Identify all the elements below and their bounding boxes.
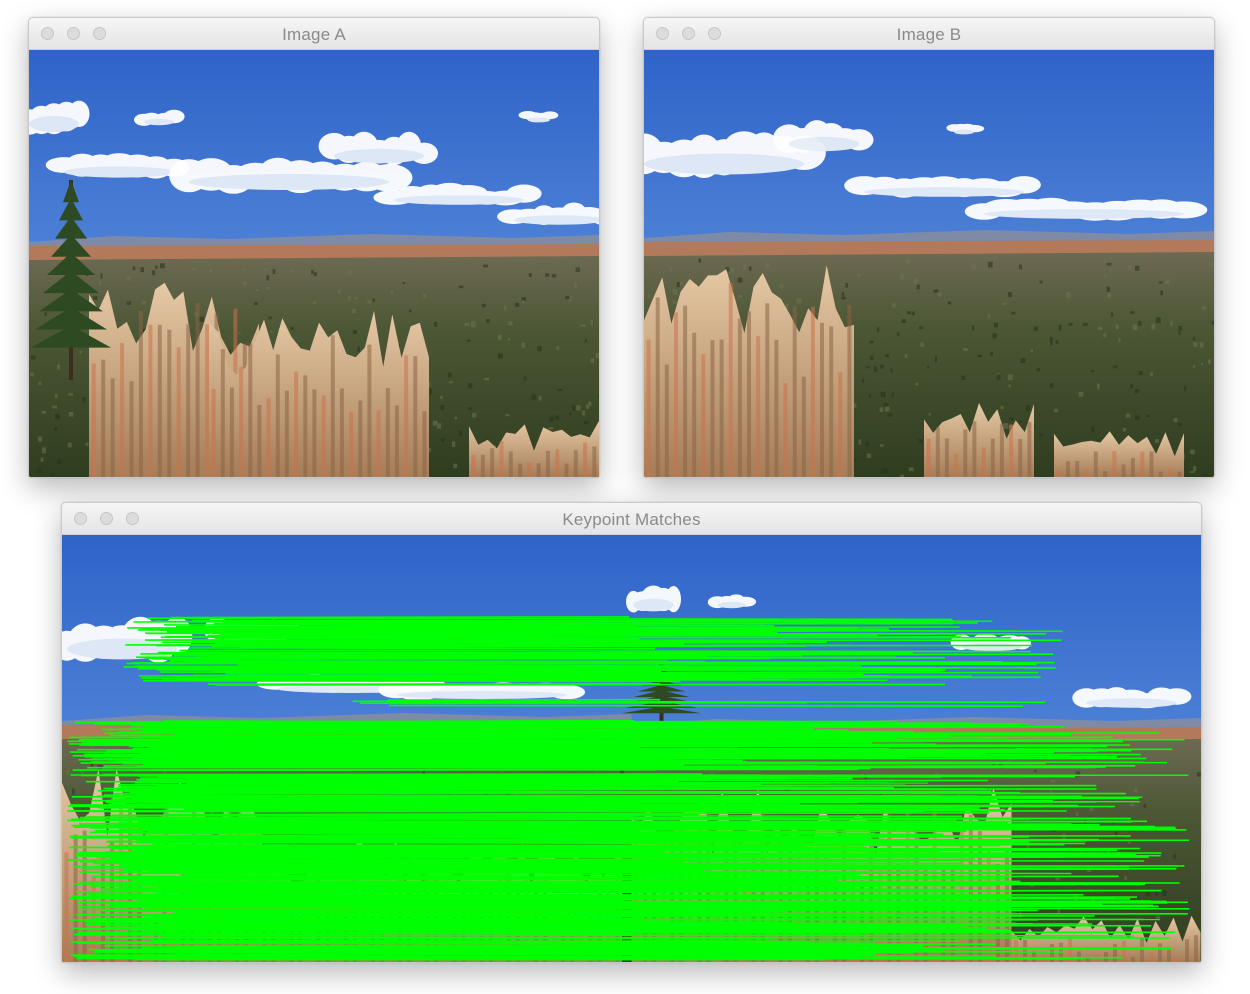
match-line bbox=[140, 776, 643, 779]
match-line bbox=[170, 616, 630, 619]
match-line bbox=[214, 683, 946, 686]
match-line bbox=[97, 789, 717, 793]
window-title: Image B bbox=[896, 25, 962, 44]
match-line bbox=[168, 737, 898, 740]
match-line bbox=[71, 824, 992, 828]
match-line bbox=[182, 865, 1185, 868]
match-line bbox=[163, 657, 771, 660]
titlebar[interactable]: Image B bbox=[644, 18, 1214, 50]
image-a-window: Image A bbox=[28, 17, 600, 478]
match-line bbox=[160, 913, 644, 916]
match-line bbox=[223, 677, 651, 681]
match-line bbox=[102, 773, 703, 776]
landscape-photo-b bbox=[644, 50, 1214, 477]
image-b-window: Image B bbox=[643, 17, 1215, 478]
match-line bbox=[142, 752, 1141, 756]
match-line bbox=[388, 704, 1024, 707]
match-line bbox=[105, 925, 817, 929]
image-b-canvas bbox=[644, 50, 1214, 477]
matches-canvas bbox=[62, 535, 1201, 962]
match-line bbox=[137, 775, 943, 778]
match-line bbox=[165, 863, 1012, 867]
match-line bbox=[164, 624, 775, 627]
match-line bbox=[147, 632, 659, 635]
match-line bbox=[136, 898, 633, 901]
match-line bbox=[192, 619, 993, 622]
match-line bbox=[104, 794, 717, 797]
match-line bbox=[116, 788, 1097, 791]
titlebar[interactable]: Keypoint Matches bbox=[62, 503, 1201, 535]
match-line bbox=[177, 944, 931, 947]
match-line bbox=[70, 804, 921, 807]
match-line bbox=[143, 680, 681, 683]
match-line bbox=[83, 744, 1075, 747]
titlebar[interactable]: Image A bbox=[29, 18, 599, 50]
match-line bbox=[101, 728, 815, 731]
keypoint-matches-window: Keypoint Matches bbox=[61, 502, 1202, 963]
match-line bbox=[133, 769, 657, 772]
match-line bbox=[72, 894, 689, 898]
match-line bbox=[154, 914, 759, 918]
match-line bbox=[98, 900, 1151, 903]
match-line bbox=[240, 645, 713, 648]
match-line bbox=[131, 878, 660, 882]
match-line bbox=[213, 622, 978, 625]
match-line bbox=[90, 826, 983, 829]
image-a-canvas bbox=[29, 50, 599, 477]
match-line bbox=[225, 672, 864, 676]
keypoint-matches-image bbox=[62, 535, 1201, 962]
match-line bbox=[135, 841, 1085, 845]
match-line bbox=[121, 786, 895, 789]
match-line bbox=[144, 906, 1190, 910]
match-line bbox=[109, 733, 1072, 737]
match-line bbox=[77, 748, 1132, 752]
match-line bbox=[179, 834, 744, 837]
window-title: Keypoint Matches bbox=[562, 510, 701, 529]
match-line bbox=[110, 755, 1117, 758]
match-line bbox=[78, 758, 712, 761]
match-line bbox=[393, 700, 1046, 703]
match-line bbox=[186, 782, 830, 785]
match-line bbox=[188, 647, 656, 650]
match-line bbox=[76, 942, 657, 945]
landscape-photo-a bbox=[29, 50, 599, 477]
match-line bbox=[130, 724, 901, 728]
match-line bbox=[93, 917, 1160, 921]
match-line bbox=[169, 659, 670, 663]
match-line bbox=[236, 654, 802, 658]
match-line bbox=[223, 675, 733, 678]
match-line bbox=[80, 762, 1046, 765]
match-line bbox=[165, 635, 681, 638]
match-line bbox=[75, 889, 1094, 893]
match-line bbox=[172, 910, 772, 914]
match-line bbox=[186, 929, 946, 933]
match-line bbox=[184, 751, 890, 754]
match-line bbox=[93, 722, 973, 726]
window-title: Image A bbox=[282, 25, 346, 44]
match-line bbox=[156, 881, 1180, 884]
match-line bbox=[102, 887, 834, 890]
match-line bbox=[87, 766, 724, 769]
match-line bbox=[117, 730, 915, 733]
match-line bbox=[111, 905, 1148, 908]
